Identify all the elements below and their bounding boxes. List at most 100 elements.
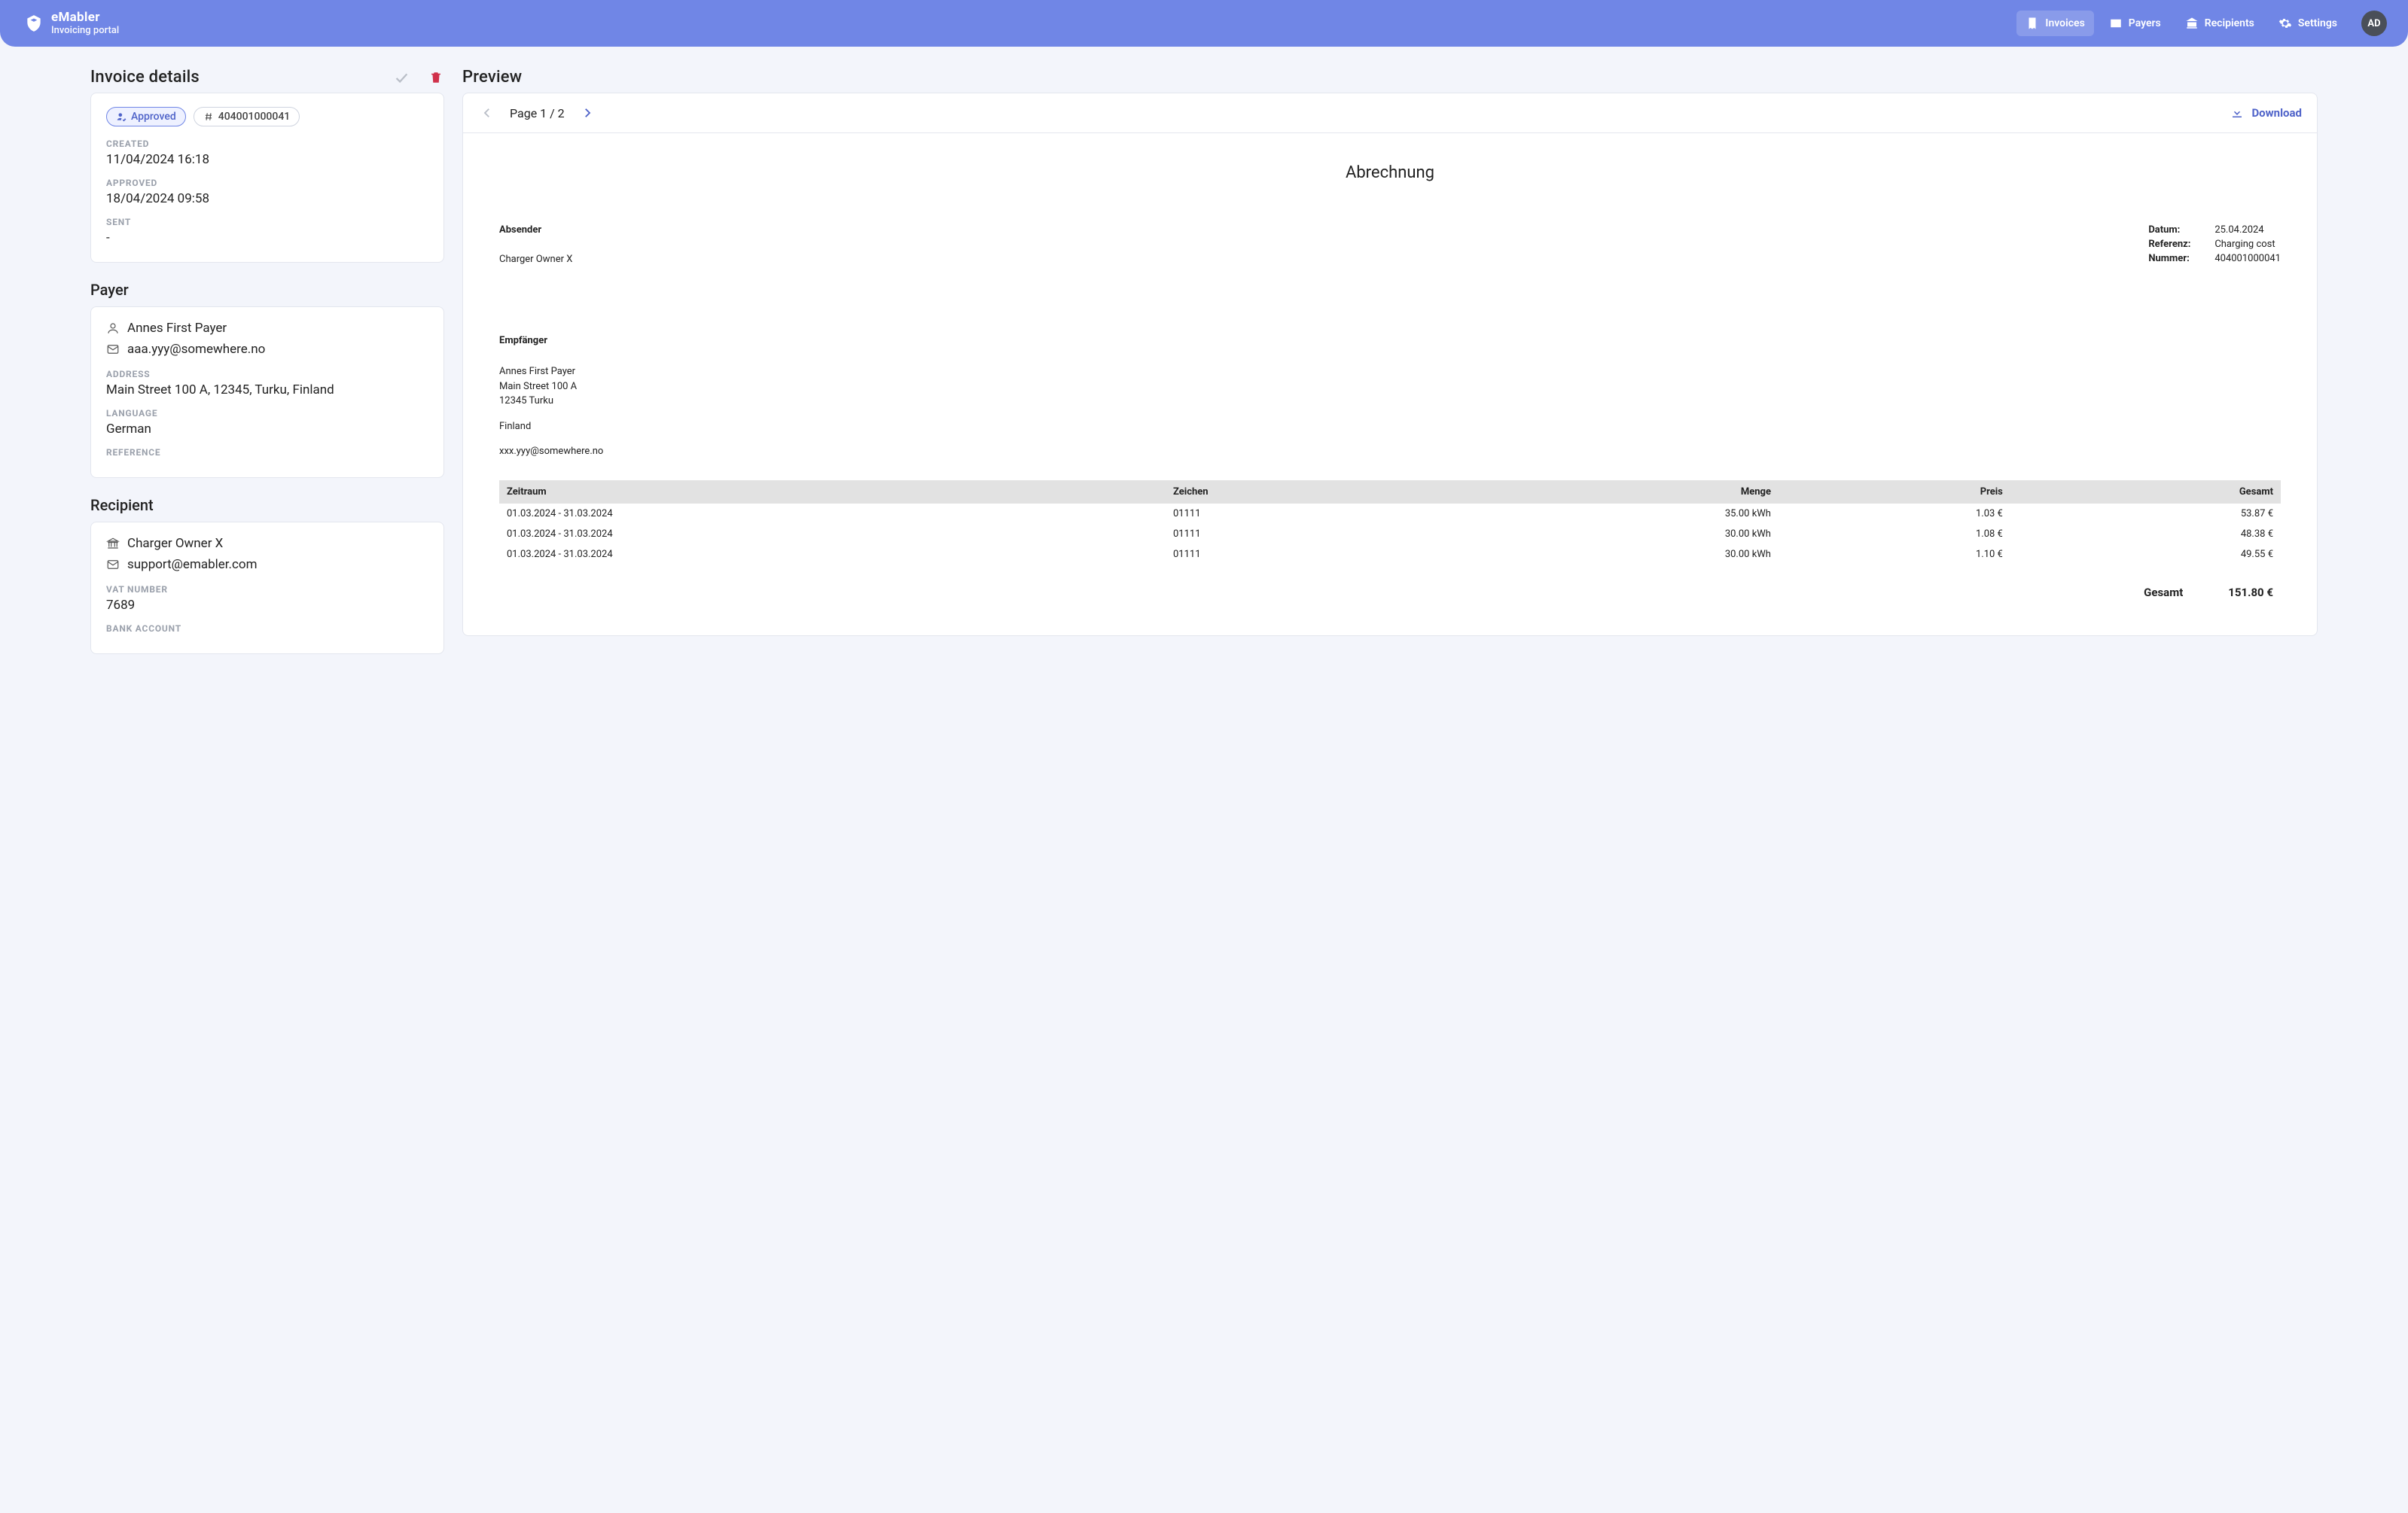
approved-value: 18/04/2024 09:58 <box>106 191 428 206</box>
download-button[interactable]: Download <box>2230 106 2302 120</box>
nav-recipients[interactable]: Recipients <box>2176 11 2263 36</box>
left-column: Invoice details Approved 404001000041 <box>90 68 444 672</box>
invoice-details-title: Invoice details <box>90 68 200 87</box>
col-price: Preis <box>1779 480 2010 504</box>
mail-icon <box>106 342 120 356</box>
bank-icon <box>106 537 120 550</box>
payer-reference-label: REFERENCE <box>106 447 428 458</box>
chevron-right-icon <box>581 106 594 120</box>
recipient-title: Recipient <box>90 496 444 514</box>
col-period: Zeitraum <box>499 480 1166 504</box>
brand-name: eMabler <box>51 11 119 25</box>
recipient-email: support@emabler.com <box>127 557 258 572</box>
doc-heading: Abrechnung <box>499 163 2281 182</box>
doc-recipient-line: 12345 Turku <box>499 394 2281 409</box>
payer-address-label: ADDRESS <box>106 369 428 379</box>
person-check-icon <box>116 111 126 122</box>
download-icon <box>2230 106 2244 120</box>
payer-card: Annes First Payer aaa.yyy@somewhere.no A… <box>90 306 444 478</box>
status-chip-label: Approved <box>131 111 176 123</box>
nav-settings-label: Settings <box>2298 17 2337 29</box>
page-prev-button[interactable] <box>478 104 496 122</box>
preview-card: Page 1 / 2 Download Abrechnung Absender … <box>462 93 2318 636</box>
brand-logo-icon <box>24 14 44 33</box>
page-next-button[interactable] <box>578 104 596 122</box>
doc-grand-total: Gesamt 151.80 € <box>499 586 2281 599</box>
doc-sender-name: Charger Owner X <box>499 254 572 265</box>
doc-ref-key: Referenz: <box>2148 239 2201 250</box>
user-avatar[interactable]: AD <box>2361 11 2387 36</box>
doc-recipient-line: Finland <box>499 419 2281 434</box>
doc-ref-value: Charging cost <box>2214 239 2275 250</box>
doc-date-key: Datum: <box>2148 224 2201 236</box>
brand-subtitle: Invoicing portal <box>51 26 119 36</box>
invoice-number: 404001000041 <box>218 111 290 123</box>
doc-sender-heading: Absender <box>499 224 572 236</box>
chevron-left-icon <box>480 106 494 120</box>
check-icon <box>393 69 410 86</box>
doc-date-value: 25.04.2024 <box>2214 224 2263 236</box>
sent-label: SENT <box>106 217 428 227</box>
payer-title: Payer <box>90 281 444 299</box>
recipient-card: Charger Owner X support@emabler.com VAT … <box>90 522 444 654</box>
preview-header: Preview <box>462 68 2318 87</box>
mail-icon <box>106 558 120 571</box>
doc-recipient-line: xxx.yyy@somewhere.no <box>499 444 2281 459</box>
doc-recipient-line: Main Street 100 A <box>499 379 2281 394</box>
doc-recipient-heading: Empfänger <box>499 335 2281 346</box>
status-chip: Approved <box>106 107 186 126</box>
doc-num-value: 404001000041 <box>2214 253 2281 264</box>
preview-title: Preview <box>462 68 522 87</box>
user-initials: AD <box>2367 18 2380 29</box>
recipient-vat-label: VAT NUMBER <box>106 584 428 595</box>
topbar: eMabler Invoicing portal Invoices Payers… <box>0 0 2408 47</box>
nav-settings[interactable]: Settings <box>2269 11 2346 36</box>
trash-icon <box>429 71 443 84</box>
top-nav: Invoices Payers Recipients Settings AD <box>2016 11 2387 36</box>
card-icon <box>2109 17 2123 30</box>
doc-line-items-table: Zeitraum Zeichen Menge Preis Gesamt 01.0… <box>499 480 2281 565</box>
person-icon <box>106 321 120 335</box>
page-body: Invoice details Approved 404001000041 <box>0 47 2408 702</box>
payer-email: aaa.yyy@somewhere.no <box>127 342 265 357</box>
table-row: 01.03.2024 - 31.03.2024 01111 30.00 kWh … <box>499 524 2281 544</box>
payer-name: Annes First Payer <box>127 321 227 336</box>
approve-button[interactable] <box>393 69 410 86</box>
col-total: Gesamt <box>2010 480 2281 504</box>
doc-recipient-line: Annes First Payer <box>499 364 2281 379</box>
preview-toolbar: Page 1 / 2 Download <box>463 93 2317 133</box>
sent-value: - <box>106 230 428 245</box>
nav-payers[interactable]: Payers <box>2100 11 2170 36</box>
recipient-vat: 7689 <box>106 598 428 613</box>
bank-icon <box>2185 17 2199 30</box>
payer-language-label: LANGUAGE <box>106 408 428 419</box>
delete-button[interactable] <box>428 69 444 86</box>
invoice-number-chip: 404001000041 <box>194 107 300 126</box>
created-label: CREATED <box>106 139 428 149</box>
doc-num-key: Nummer: <box>2148 253 2201 264</box>
table-row: 01.03.2024 - 31.03.2024 01111 35.00 kWh … <box>499 504 2281 524</box>
table-row: 01.03.2024 - 31.03.2024 01111 30.00 kWh … <box>499 544 2281 565</box>
download-label: Download <box>2251 106 2302 120</box>
invoice-details-header: Invoice details <box>90 68 444 87</box>
nav-payers-label: Payers <box>2129 17 2161 29</box>
nav-recipients-label: Recipients <box>2205 17 2254 29</box>
payer-address: Main Street 100 A, 12345, Turku, Finland <box>106 382 428 397</box>
recipient-name: Charger Owner X <box>127 536 223 551</box>
approved-label: APPROVED <box>106 178 428 188</box>
page-indicator: Page 1 / 2 <box>510 106 565 120</box>
invoice-details-card: Approved 404001000041 CREATED 11/04/2024… <box>90 93 444 263</box>
doc-meta: Datum: 25.04.2024 Referenz: Charging cos… <box>2148 224 2281 267</box>
recipient-bank-label: BANK ACCOUNT <box>106 623 428 634</box>
hash-icon <box>203 111 214 122</box>
receipt-icon <box>2025 17 2039 30</box>
brand: eMabler Invoicing portal <box>24 11 119 37</box>
nav-invoices-label: Invoices <box>2045 17 2084 29</box>
col-code: Zeichen <box>1166 480 1442 504</box>
doc-recipient: Empfänger Annes First Payer Main Street … <box>499 335 2281 459</box>
nav-invoices[interactable]: Invoices <box>2016 11 2093 36</box>
created-value: 11/04/2024 16:18 <box>106 152 428 167</box>
invoice-document: Abrechnung Absender Charger Owner X Datu… <box>463 133 2317 635</box>
gear-icon <box>2278 17 2292 30</box>
doc-total-label: Gesamt <box>2144 586 2183 599</box>
